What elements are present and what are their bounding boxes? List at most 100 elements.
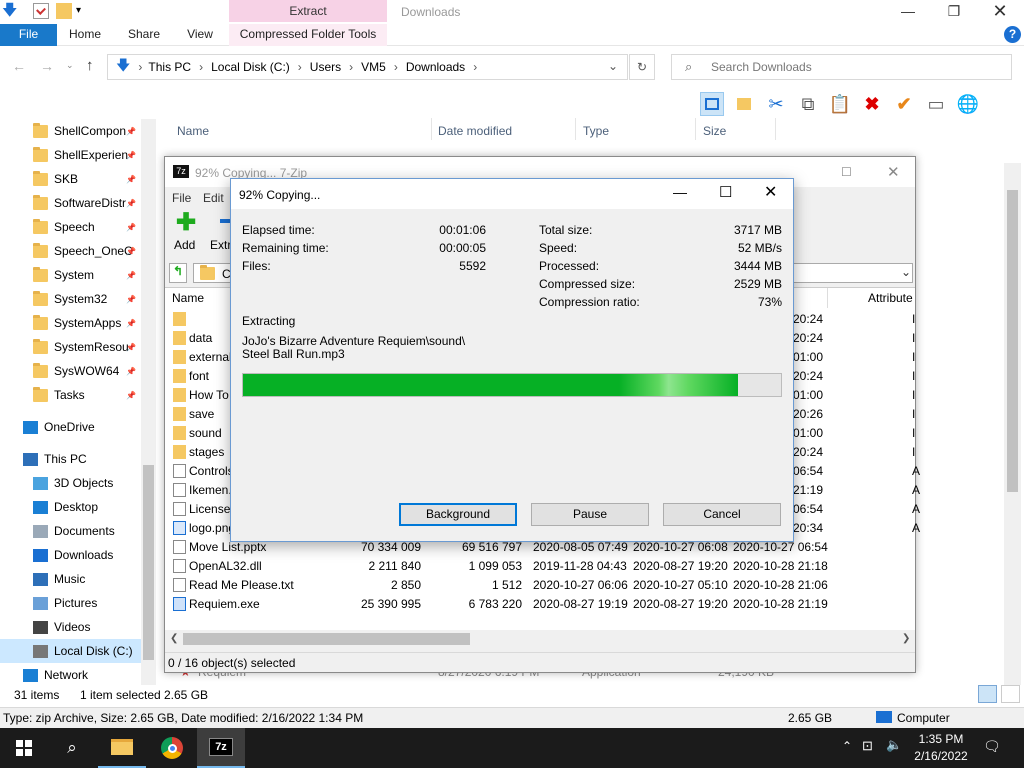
nav-scrollbar-thumb[interactable]: [143, 465, 154, 660]
properties-dropdown-icon[interactable]: [732, 92, 756, 116]
tab-file[interactable]: File: [0, 24, 57, 46]
breadcrumb-chevron-icon[interactable]: ›: [473, 60, 477, 74]
nav-item[interactable]: This PC: [0, 447, 140, 471]
column-name[interactable]: Name: [177, 124, 209, 138]
nav-item[interactable]: Tasks 📌: [0, 383, 140, 407]
up-folder-icon[interactable]: ↰: [169, 263, 187, 283]
start-button[interactable]: [0, 728, 48, 768]
nav-item[interactable]: Speech_OneC 📌: [0, 239, 140, 263]
nav-item[interactable]: Videos: [0, 615, 140, 639]
add-button[interactable]: Add: [174, 238, 195, 252]
sevenzip-taskbar-button[interactable]: 7z: [197, 728, 245, 768]
sevenzip-close-button[interactable]: ✕: [887, 163, 900, 181]
nav-item[interactable]: System 📌: [0, 263, 140, 287]
up-arrow-icon[interactable]: ↑: [86, 57, 94, 74]
pause-button[interactable]: Pause: [531, 503, 649, 526]
details-view-icon[interactable]: [978, 685, 997, 703]
tray-chevron-icon[interactable]: ⌃: [842, 739, 852, 753]
path-dropdown-icon[interactable]: ⌄: [901, 265, 911, 279]
recent-chevron-icon[interactable]: ⌄: [66, 60, 74, 71]
breadcrumb-item[interactable]: VM5: [361, 60, 386, 74]
clock-date[interactable]: 2/16/2022: [911, 749, 971, 763]
nav-item[interactable]: Desktop: [0, 495, 140, 519]
breadcrumb-item[interactable]: This PC: [148, 60, 191, 74]
close-button[interactable]: ✕: [977, 0, 1023, 24]
file-explorer-taskbar-button[interactable]: [98, 728, 146, 768]
file-list-scrollbar-thumb[interactable]: [1007, 190, 1018, 492]
chrome-taskbar-button[interactable]: [148, 728, 196, 768]
properties-icon[interactable]: [33, 3, 49, 19]
column-attributes[interactable]: Attribute: [868, 291, 913, 305]
dialog-maximize-button[interactable]: ☐: [719, 183, 732, 201]
nav-item[interactable]: ShellCompon 📌: [0, 119, 140, 143]
menu-edit[interactable]: Edit: [203, 191, 224, 205]
search-icon[interactable]: ⌕: [48, 728, 96, 768]
nav-item[interactable]: Documents: [0, 519, 140, 543]
nav-item[interactable]: ShellExperien 📌: [0, 143, 140, 167]
breadcrumb-item[interactable]: Local Disk (C:): [211, 60, 290, 74]
dialog-close-button[interactable]: ✕: [764, 182, 777, 202]
volume-icon[interactable]: 🔈: [886, 737, 902, 753]
breadcrumb-chevron-icon[interactable]: ›: [394, 60, 398, 74]
breadcrumb-chevron-icon[interactable]: ›: [349, 60, 353, 74]
nav-item[interactable]: Network: [0, 663, 140, 685]
address-dropdown-icon[interactable]: ⌄: [608, 59, 618, 73]
maximize-button[interactable]: ❐: [931, 0, 977, 24]
nav-item[interactable]: 3D Objects: [0, 471, 140, 495]
copy-icon[interactable]: ⧉: [796, 92, 820, 116]
nav-item[interactable]: SysWOW64 📌: [0, 359, 140, 383]
cut-icon[interactable]: ✂: [764, 92, 788, 116]
column-name[interactable]: Name: [172, 291, 204, 305]
download-arrow-icon[interactable]: 🡇: [2, 3, 18, 19]
network-icon[interactable]: ⊡: [862, 738, 873, 754]
nav-item[interactable]: Speech 📌: [0, 215, 140, 239]
nav-item[interactable]: Pictures: [0, 591, 140, 615]
breadcrumb-item[interactable]: Users: [310, 60, 341, 74]
delete-icon[interactable]: ✖: [860, 92, 884, 116]
new-folder-icon[interactable]: [56, 3, 72, 19]
search-input[interactable]: Search Downloads: [671, 54, 1012, 80]
nav-item[interactable]: SoftwareDistr 📌: [0, 191, 140, 215]
column-type[interactable]: Type: [583, 124, 609, 138]
forward-arrow-icon[interactable]: →: [40, 58, 54, 74]
nav-item[interactable]: System32 📌: [0, 287, 140, 311]
breadcrumb-item[interactable]: Downloads: [406, 60, 465, 74]
cancel-button[interactable]: Cancel: [663, 503, 781, 526]
nav-item[interactable]: OneDrive: [0, 415, 140, 439]
help-icon[interactable]: ?: [1004, 26, 1021, 43]
rename-icon[interactable]: ▭: [924, 92, 948, 116]
address-bar[interactable]: 🡇 › This PC › Local Disk (C:) › Users › VM5 › Do…: [107, 54, 628, 80]
sevenzip-hscrollbar[interactable]: ❮ ❯: [165, 630, 915, 648]
tab-compressed-folder-tools[interactable]: Compressed Folder Tools: [229, 24, 387, 46]
column-date-modified[interactable]: Date modified: [438, 124, 512, 138]
nav-item[interactable]: Downloads: [0, 543, 140, 567]
nav-item[interactable]: SystemResou 📌: [0, 335, 140, 359]
tab-view[interactable]: View: [176, 24, 224, 46]
archive-row[interactable]: OpenAL32.dll 2 211 840 1 099 053 2019-11-28…: [165, 557, 910, 576]
large-icons-view-icon[interactable]: [1001, 685, 1020, 703]
clock-time[interactable]: 1:35 PM: [913, 732, 969, 746]
qat-dropdown-icon[interactable]: ▾: [76, 3, 92, 19]
column-size[interactable]: Size: [703, 124, 726, 138]
nav-item[interactable]: Local Disk (C:): [0, 639, 141, 663]
nav-item[interactable]: SKB 📌: [0, 167, 140, 191]
check-icon[interactable]: ✔: [892, 92, 916, 116]
notifications-icon[interactable]: 🗨: [983, 738, 1001, 755]
menu-file[interactable]: File: [172, 191, 191, 205]
hscroll-thumb[interactable]: [183, 633, 470, 645]
minimize-button[interactable]: —: [885, 0, 931, 24]
nav-item[interactable]: Music: [0, 567, 140, 591]
tab-home[interactable]: Home: [60, 24, 110, 46]
paste-icon[interactable]: 📋: [828, 92, 852, 116]
tab-share[interactable]: Share: [118, 24, 170, 46]
extract-button[interactable]: Extr: [210, 238, 231, 252]
breadcrumb-chevron-icon[interactable]: ›: [298, 60, 302, 74]
archive-row[interactable]: Requiem.exe 25 390 995 6 783 220 2020-08-27…: [165, 595, 910, 614]
background-button[interactable]: Background: [399, 503, 517, 526]
preview-pane-icon[interactable]: [700, 92, 724, 116]
globe-icon[interactable]: 🌐: [956, 92, 980, 116]
dialog-minimize-button[interactable]: —: [673, 184, 687, 200]
archive-row[interactable]: Read Me Please.txt 2 850 1 512 2020-10-27 0…: [165, 576, 910, 595]
breadcrumb-chevron-icon[interactable]: ›: [199, 60, 203, 74]
sevenzip-maximize-button[interactable]: ☐: [841, 165, 852, 179]
